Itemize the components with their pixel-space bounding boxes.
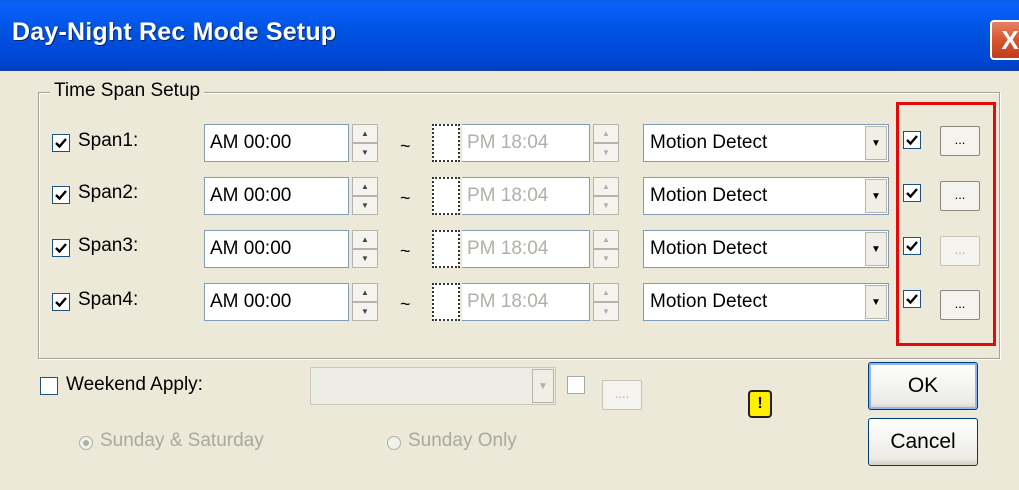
spin-down-icon: ▼ xyxy=(593,302,619,321)
chevron-down-icon[interactable]: ▼ xyxy=(865,285,887,319)
weekend-more-button: .... xyxy=(602,380,642,410)
checkmark-icon xyxy=(55,138,67,149)
span-1-mode-dropdown[interactable]: Motion Detect ▼ xyxy=(643,124,889,162)
checkmark-icon xyxy=(55,243,67,254)
span-3-start-spinner[interactable]: ▲ ▼ xyxy=(352,230,378,268)
chevron-down-icon[interactable]: ▼ xyxy=(865,179,887,213)
spin-down-icon: ▼ xyxy=(593,196,619,215)
spin-up-icon[interactable]: ▲ xyxy=(352,177,378,196)
spin-down-icon[interactable]: ▼ xyxy=(352,143,378,162)
radio-sunday-saturday-label: Sunday & Saturday xyxy=(100,430,264,451)
spin-up-icon[interactable]: ▲ xyxy=(352,124,378,143)
weekend-extra-checkbox xyxy=(567,376,585,394)
spin-up-icon[interactable]: ▲ xyxy=(352,283,378,302)
spin-down-icon[interactable]: ▼ xyxy=(352,249,378,268)
span-1-start-spinner[interactable]: ▲ ▼ xyxy=(352,124,378,162)
span-2-mode-value: Motion Detect xyxy=(650,185,768,206)
span-4-separator: ~ xyxy=(400,294,411,314)
spin-up-icon[interactable]: ▲ xyxy=(352,230,378,249)
close-icon: X xyxy=(1001,25,1019,55)
span-4-checkbox[interactable] xyxy=(52,293,70,311)
checkmark-icon xyxy=(55,190,67,201)
span-3-end-spinner: ▲ ▼ xyxy=(593,230,619,268)
span-3-end-time: PM 18:04 xyxy=(462,230,590,268)
span-3-separator: ~ xyxy=(400,241,411,261)
span-2-checkbox[interactable] xyxy=(52,186,70,204)
spin-down-icon: ▼ xyxy=(593,143,619,162)
span-3-label: Span3: xyxy=(78,235,139,256)
spin-up-icon: ▲ xyxy=(593,177,619,196)
span-4-mode-value: Motion Detect xyxy=(650,291,768,312)
radio-sunday-saturday xyxy=(79,436,93,450)
span-2-label: Span2: xyxy=(78,182,139,203)
span-3-checkbox[interactable] xyxy=(52,239,70,257)
highlight-box xyxy=(896,102,996,346)
span-2-end-spinner: ▲ ▼ xyxy=(593,177,619,215)
window-title: Day-Night Rec Mode Setup xyxy=(12,18,337,46)
span-3-mode-value: Motion Detect xyxy=(650,238,768,259)
title-bar: Day-Night Rec Mode Setup X xyxy=(0,0,1019,71)
spin-down-icon: ▼ xyxy=(593,249,619,268)
span-1-label: Span1: xyxy=(78,130,139,151)
spin-up-icon: ▲ xyxy=(593,283,619,302)
span-1-checkbox[interactable] xyxy=(52,134,70,152)
radio-sunday-only xyxy=(387,436,401,450)
span-4-end-time: PM 18:04 xyxy=(462,283,590,321)
span-4-end-checkbox[interactable] xyxy=(432,283,460,321)
span-1-end-checkbox[interactable] xyxy=(432,124,460,162)
span-4-start-time[interactable]: AM 00:00 xyxy=(204,283,349,321)
spin-up-icon: ▲ xyxy=(593,124,619,143)
spin-up-icon: ▲ xyxy=(593,230,619,249)
weekend-mode-dropdown: ▼ xyxy=(310,367,556,405)
span-4-mode-dropdown[interactable]: Motion Detect ▼ xyxy=(643,283,889,321)
time-span-legend: Time Span Setup xyxy=(50,80,205,102)
radio-sunday-only-label: Sunday Only xyxy=(408,430,517,451)
cancel-button[interactable]: Cancel xyxy=(868,418,978,466)
span-4-end-spinner: ▲ ▼ xyxy=(593,283,619,321)
span-1-mode-value: Motion Detect xyxy=(650,132,768,153)
span-2-separator: ~ xyxy=(400,188,411,208)
span-2-start-time[interactable]: AM 00:00 xyxy=(204,177,349,215)
checkmark-icon xyxy=(55,297,67,308)
span-2-end-time: PM 18:04 xyxy=(462,177,590,215)
span-4-start-spinner[interactable]: ▲ ▼ xyxy=(352,283,378,321)
span-3-end-checkbox[interactable] xyxy=(432,230,460,268)
ok-button[interactable]: OK xyxy=(868,362,978,410)
span-2-mode-dropdown[interactable]: Motion Detect ▼ xyxy=(643,177,889,215)
span-1-end-spinner: ▲ ▼ xyxy=(593,124,619,162)
span-1-start-time[interactable]: AM 00:00 xyxy=(204,124,349,162)
weekend-apply-label: Weekend Apply: xyxy=(66,374,203,395)
chevron-down-icon[interactable]: ▼ xyxy=(865,126,887,160)
chevron-down-icon: ▼ xyxy=(532,369,554,403)
span-2-start-spinner[interactable]: ▲ ▼ xyxy=(352,177,378,215)
spin-down-icon[interactable]: ▼ xyxy=(352,196,378,215)
span-4-label: Span4: xyxy=(78,289,139,310)
spin-down-icon[interactable]: ▼ xyxy=(352,302,378,321)
close-button[interactable]: X xyxy=(990,20,1019,60)
span-3-start-time[interactable]: AM 00:00 xyxy=(204,230,349,268)
span-1-separator: ~ xyxy=(400,136,411,156)
weekend-apply-checkbox[interactable] xyxy=(40,377,58,395)
chevron-down-icon[interactable]: ▼ xyxy=(865,232,887,266)
span-3-mode-dropdown[interactable]: Motion Detect ▼ xyxy=(643,230,889,268)
warning-icon: ! xyxy=(748,390,772,418)
span-2-end-checkbox[interactable] xyxy=(432,177,460,215)
span-1-end-time: PM 18:04 xyxy=(462,124,590,162)
